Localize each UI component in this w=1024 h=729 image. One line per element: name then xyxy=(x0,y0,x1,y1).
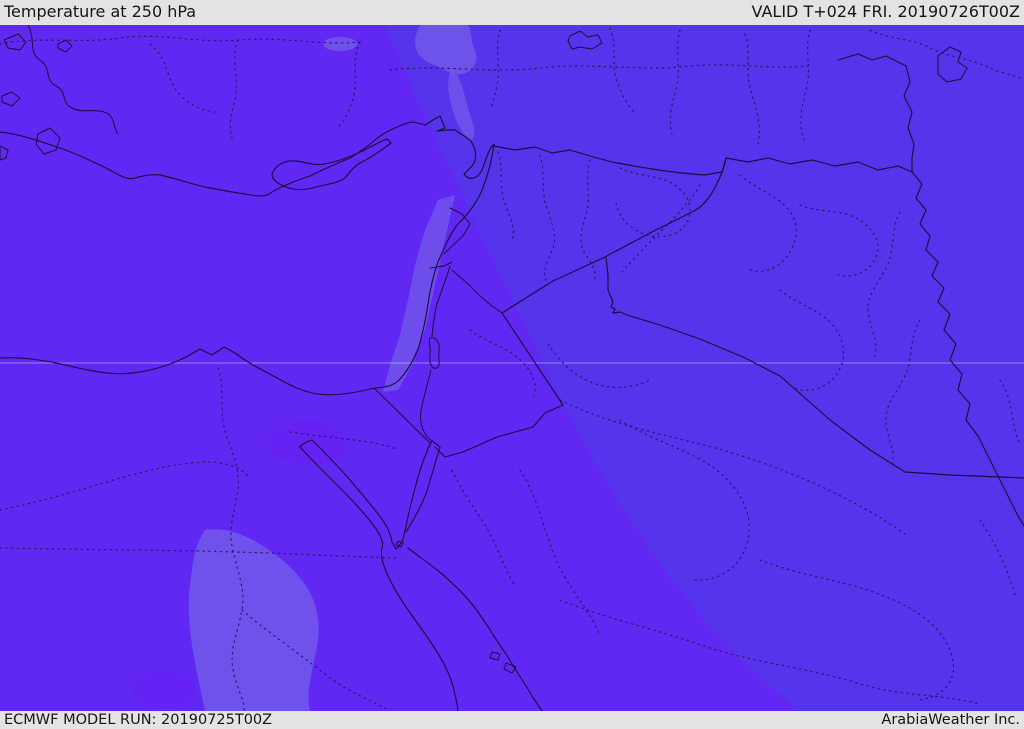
light-patch-north-cyprus xyxy=(323,37,357,51)
model-run-label: ECMWF MODEL RUN: 20190725T00Z xyxy=(4,712,273,728)
provider-credit: ArabiaWeather Inc. xyxy=(881,712,1020,728)
footer-bar: ECMWF MODEL RUN: 20190725T00Z ArabiaWeat… xyxy=(0,711,1024,729)
valid-time-label: VALID T+024 FRI. 20190726T00Z xyxy=(751,2,1020,21)
temperature-map-canvas xyxy=(0,24,1024,712)
bright-patch-upper-egypt xyxy=(133,672,197,708)
weather-map-screenshot: Temperature at 250 hPa VALID T+024 FRI. … xyxy=(0,0,1024,729)
title-bar: Temperature at 250 hPa VALID T+024 FRI. … xyxy=(0,0,1024,25)
map-title: Temperature at 250 hPa xyxy=(4,2,197,21)
